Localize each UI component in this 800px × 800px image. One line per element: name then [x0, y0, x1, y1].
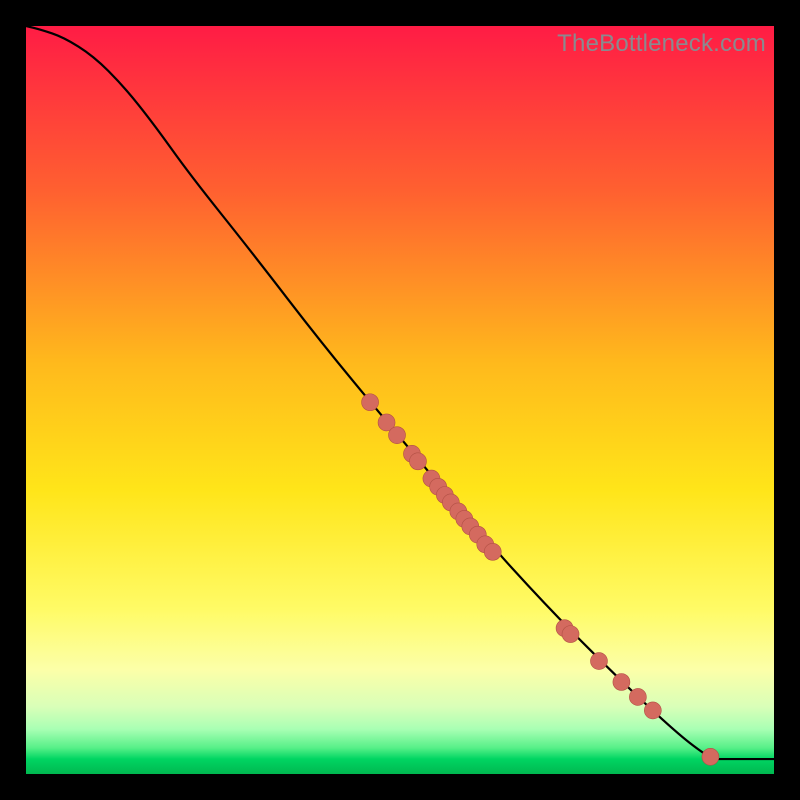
data-point [562, 626, 579, 643]
curve-line [26, 26, 774, 759]
data-point [590, 653, 607, 670]
data-point [409, 453, 426, 470]
data-point [702, 748, 719, 765]
data-point [644, 702, 661, 719]
data-point [389, 427, 406, 444]
data-point [362, 394, 379, 411]
plot-area: TheBottleneck.com [26, 26, 774, 774]
data-point [629, 688, 646, 705]
chart-stage: TheBottleneck.com [0, 0, 800, 800]
data-point [613, 674, 630, 691]
data-point [484, 543, 501, 560]
chart-svg [26, 26, 774, 774]
